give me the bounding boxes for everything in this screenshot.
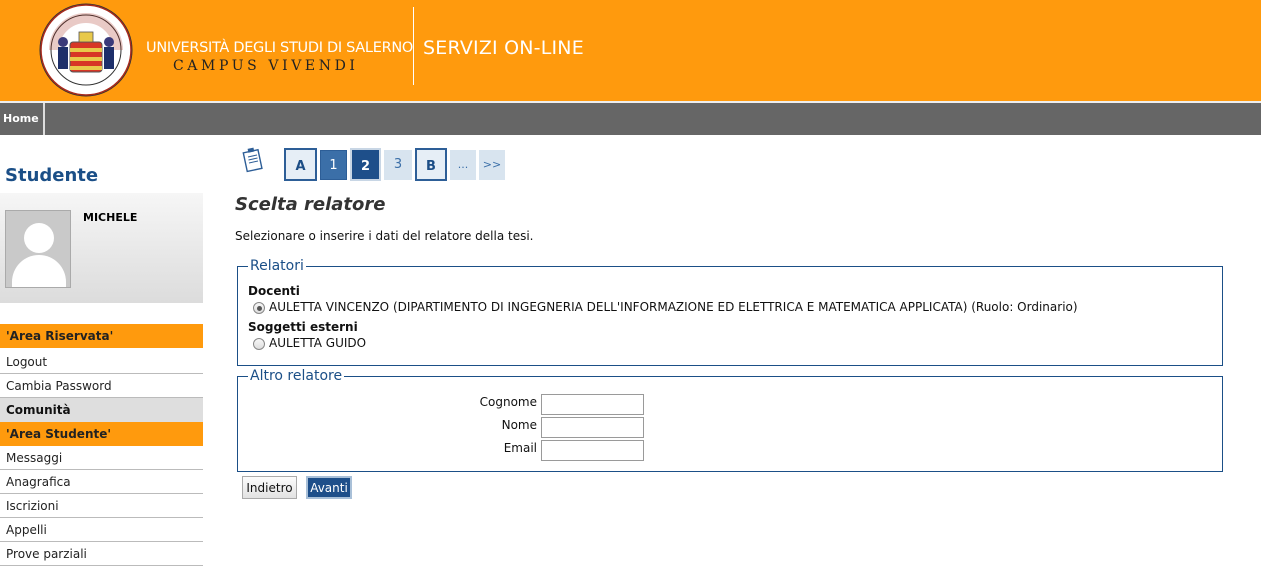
page-intro: Selezionare o inserire i dati del relato… <box>235 229 534 243</box>
esterno-option-label[interactable]: AULETTA GUIDO <box>269 336 366 350</box>
wizard-step-1[interactable]: 1 <box>320 150 347 180</box>
docente-option-label[interactable]: AULETTA VINCENZO (DIPARTIMENTO DI INGEGN… <box>269 300 1078 314</box>
cognome-input[interactable] <box>541 394 644 415</box>
page-title: Scelta relatore <box>235 194 386 215</box>
docente-radio[interactable] <box>253 302 265 314</box>
relatori-legend: Relatori <box>250 258 304 274</box>
nome-label: Nome <box>501 418 537 432</box>
wizard-step-more[interactable]: ... <box>450 150 476 180</box>
wizard-step-2[interactable]: 2 <box>350 148 381 181</box>
wizard-step-3[interactable]: 3 <box>384 150 412 180</box>
wizard-step-a[interactable]: A <box>284 148 317 181</box>
sidebar-item-iscrizioni[interactable]: Iscrizioni <box>0 494 203 518</box>
email-input[interactable] <box>541 440 644 461</box>
sidebar-item-cambia-password[interactable]: Cambia Password <box>0 374 203 398</box>
university-motto: CAMPUS VIVENDI <box>173 58 359 74</box>
university-name: UNIVERSITÀ DEGLI STUDI DI SALERNO <box>146 40 414 56</box>
sidebar-item-comunita[interactable]: Comunità <box>0 398 203 422</box>
user-name: MICHELE <box>83 211 138 224</box>
sidebar-title: Studente <box>5 165 99 186</box>
clipboard-icon <box>242 147 263 173</box>
sidebar-item-logout[interactable]: Logout <box>0 350 203 374</box>
wizard-step-next[interactable]: >> <box>479 150 505 180</box>
user-profile-box: MICHELE <box>0 193 203 303</box>
site-header: UNIVERSITÀ DEGLI STUDI DI SALERNO CAMPUS… <box>0 0 1261 101</box>
back-button[interactable]: Indietro <box>242 476 297 499</box>
section-area-studente: 'Area Studente' <box>0 422 203 446</box>
cognome-label: Cognome <box>479 395 537 409</box>
sidebar-item-messaggi[interactable]: Messaggi <box>0 446 203 470</box>
sidebar: Studente MICHELE 'Area Riservata' Logout… <box>0 155 203 566</box>
esterno-radio[interactable] <box>253 338 265 350</box>
section-area-riservata: 'Area Riservata' <box>0 324 203 348</box>
top-navbar: Home <box>0 101 1261 135</box>
avatar <box>5 210 71 288</box>
nav-home-link[interactable]: Home <box>0 103 45 135</box>
services-title: SERVIZI ON-LINE <box>423 37 584 59</box>
docenti-label: Docenti <box>248 284 300 298</box>
avatar-head <box>24 223 54 253</box>
sidebar-item-appelli[interactable]: Appelli <box>0 518 203 542</box>
altro-relatore-fieldset: Altro relatore <box>237 368 1223 472</box>
sidebar-item-prove-parziali[interactable]: Prove parziali <box>0 542 203 566</box>
esterni-label: Soggetti esterni <box>248 320 358 334</box>
university-seal-logo[interactable] <box>37 2 135 98</box>
wizard-step-b[interactable]: B <box>415 148 447 181</box>
altro-relatore-legend: Altro relatore <box>250 368 343 384</box>
nome-input[interactable] <box>541 417 644 438</box>
sidebar-item-anagrafica[interactable]: Anagrafica <box>0 470 203 494</box>
email-label: Email <box>503 441 537 455</box>
avatar-body <box>12 255 66 287</box>
header-divider <box>413 7 414 85</box>
next-button[interactable]: Avanti <box>306 476 352 499</box>
